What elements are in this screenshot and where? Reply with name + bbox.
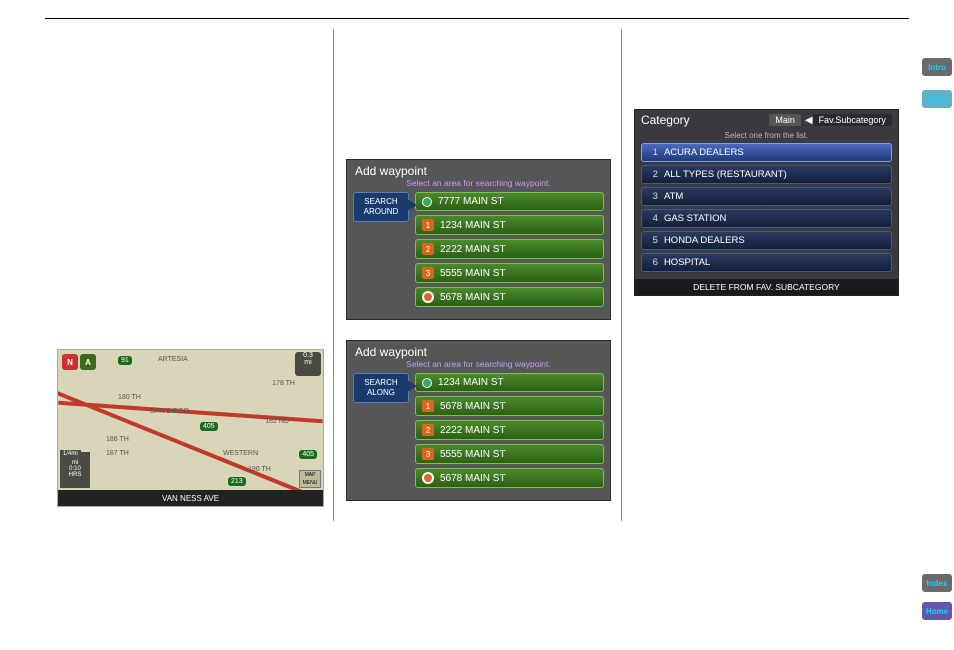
screen-subtitle: Select an area for searching waypoint. [347, 359, 610, 373]
screen-title: Add waypoint [347, 341, 610, 359]
category-row[interactable]: 4GAS STATION [641, 209, 892, 228]
tab-sec[interactable]: SEC [922, 90, 952, 108]
waypoint-row[interactable]: 35555 MAIN ST [415, 444, 604, 464]
street-bar: VAN NESS AVE [58, 490, 323, 506]
category-list: 1ACURA DEALERS 2ALL TYPES (RESTAURANT) 3… [635, 143, 898, 279]
scale: 1/4mi [60, 450, 81, 458]
category-row[interactable]: 3ATM [641, 187, 892, 206]
map-label: 178 TH [272, 380, 295, 387]
distance-box: 0.3mi [295, 352, 321, 376]
screen-title: Add waypoint [347, 160, 610, 178]
stop-number-icon: 1 [422, 219, 434, 231]
map-screenshot: N A 91 91 405 405 213 ARTESIA 178 TH 180… [57, 349, 324, 507]
waypoint-row[interactable]: 35555 MAIN ST [415, 263, 604, 283]
map-label: 187 TH [106, 450, 129, 457]
arrow-right-icon [407, 199, 417, 211]
origin-icon [422, 197, 432, 207]
map-label: 182 ND [265, 418, 289, 425]
screen-title: Category [641, 113, 769, 127]
waypoint-row[interactable]: 5678 MAIN ST [415, 468, 604, 488]
hwy-shield: 213 [228, 477, 246, 486]
direction-icon: A [80, 354, 96, 370]
search-along-button[interactable]: SEARCHALONG [353, 373, 409, 403]
tab-main[interactable]: Main [769, 114, 801, 126]
map-menu-button[interactable]: MAPMENU [299, 470, 321, 488]
chevron-left-icon: ◀ [805, 115, 813, 126]
stop-number-icon: 2 [422, 424, 434, 436]
waypoint-row[interactable]: 5678 MAIN ST [415, 287, 604, 307]
waypoint-row[interactable]: 7777 MAIN ST [415, 192, 604, 211]
map-label: SAN DIEGO [150, 408, 189, 415]
map-label: 190 TH [248, 466, 271, 473]
waypoint-list: 7777 MAIN ST 11234 MAIN ST 22222 MAIN ST… [415, 192, 604, 311]
screen-subtitle: Select one from the list. [635, 130, 898, 143]
hwy-shield: 405 [299, 450, 317, 459]
category-row[interactable]: 6HOSPITAL [641, 253, 892, 272]
category-row[interactable]: 2ALL TYPES (RESTAURANT) [641, 165, 892, 184]
add-waypoint-search-around: Add waypoint Select an area for searchin… [346, 159, 611, 320]
stop-number-icon: 3 [422, 267, 434, 279]
waypoint-row[interactable]: 11234 MAIN ST [415, 215, 604, 235]
tab-fav-subcategory[interactable]: Fav.Subcategory [813, 114, 892, 126]
destination-icon [422, 472, 434, 484]
map-label: 180 TH [118, 394, 141, 401]
waypoint-list: 1234 MAIN ST 15678 MAIN ST 22222 MAIN ST… [415, 373, 604, 492]
stop-number-icon: 3 [422, 448, 434, 460]
hwy-shield: 405 [200, 422, 218, 431]
screen-subtitle: Select an area for searching waypoint. [347, 178, 610, 192]
category-row[interactable]: 1ACURA DEALERS [641, 143, 892, 162]
add-waypoint-search-along: Add waypoint Select an area for searchin… [346, 340, 611, 501]
search-around-button[interactable]: SEARCHAROUND [353, 192, 409, 222]
map-label: 186 TH [106, 436, 129, 443]
waypoint-row[interactable]: 1234 MAIN ST [415, 373, 604, 392]
tab-intro[interactable]: Intro [922, 58, 952, 76]
destination-icon [422, 291, 434, 303]
page-rule [45, 18, 909, 19]
map-label: WESTERN [223, 450, 258, 457]
compass-icon: N [62, 354, 78, 370]
tab-home[interactable]: Home [922, 602, 952, 620]
waypoint-row[interactable]: 22222 MAIN ST [415, 239, 604, 259]
map-label: ARTESIA [158, 356, 188, 363]
waypoint-row[interactable]: 15678 MAIN ST [415, 396, 604, 416]
tab-index[interactable]: Index [922, 574, 952, 592]
waypoint-row[interactable]: 22222 MAIN ST [415, 420, 604, 440]
origin-icon [422, 378, 432, 388]
category-row[interactable]: 5HONDA DEALERS [641, 231, 892, 250]
delete-fav-subcategory-button[interactable]: DELETE FROM FAV. SUBCATEGORY [635, 279, 898, 295]
hwy-shield: 91 [118, 356, 132, 365]
stop-number-icon: 2 [422, 243, 434, 255]
arrow-right-icon [407, 380, 417, 392]
category-screenshot: Category Main ◀ Fav.Subcategory Select o… [634, 109, 899, 296]
stop-number-icon: 1 [422, 400, 434, 412]
